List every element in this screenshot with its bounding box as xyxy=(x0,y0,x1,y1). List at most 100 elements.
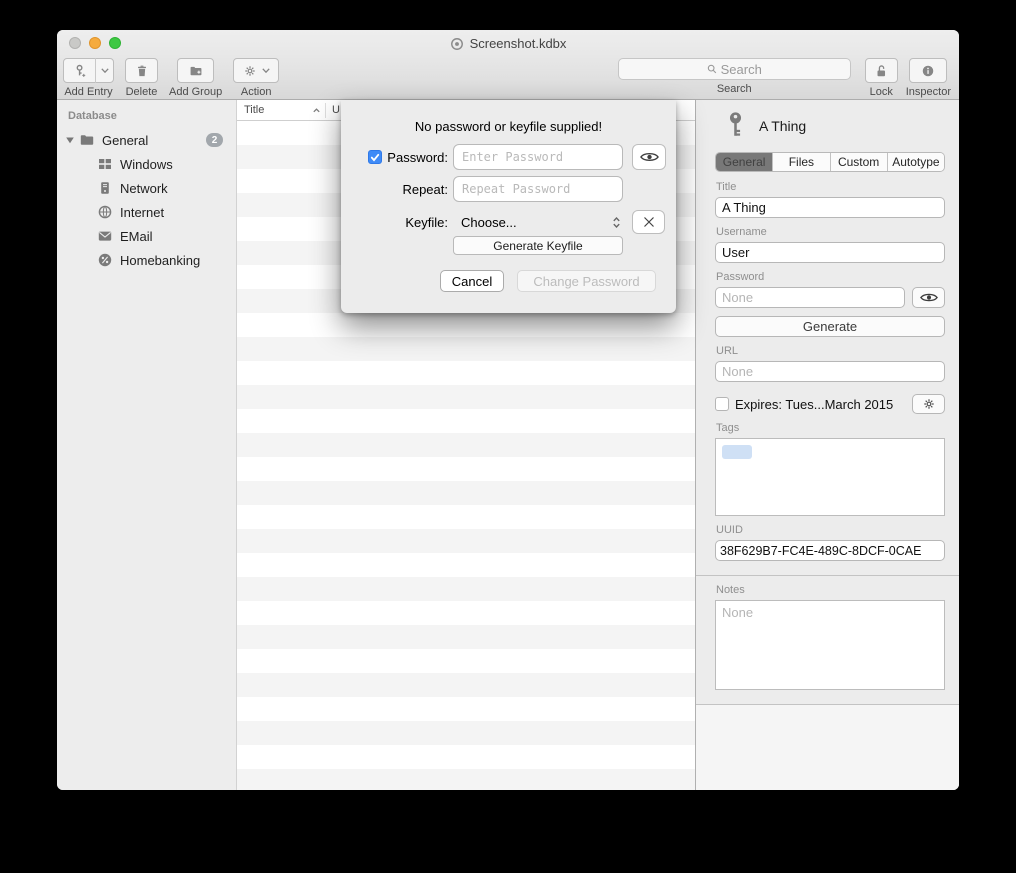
tab-custom[interactable]: Custom xyxy=(831,153,888,171)
add-group-group: Add Group xyxy=(169,58,222,98)
tab-general[interactable]: General xyxy=(716,153,773,171)
expires-settings-button[interactable] xyxy=(912,394,945,414)
add-entry-dropdown[interactable] xyxy=(96,58,113,83)
chevron-down-icon xyxy=(101,68,109,73)
password-checkbox[interactable] xyxy=(368,150,382,164)
key-plus-icon xyxy=(73,64,87,78)
notes-field-label: Notes xyxy=(716,584,945,596)
notes-field[interactable] xyxy=(715,600,945,690)
inspector-footer xyxy=(696,704,959,790)
globe-icon xyxy=(97,204,113,220)
sidebar-item-network[interactable]: Network xyxy=(57,176,236,200)
key-icon xyxy=(727,111,744,141)
chevron-down-icon xyxy=(262,68,270,73)
expires-checkbox[interactable] xyxy=(715,397,729,411)
reveal-password-button[interactable] xyxy=(632,144,666,170)
cancel-button[interactable]: Cancel xyxy=(440,270,504,292)
lock-group: Lock xyxy=(865,58,898,98)
sidebar-item-label: General xyxy=(102,133,148,148)
keyfile-value: Choose... xyxy=(461,215,517,230)
password-row: Password: xyxy=(341,144,676,170)
change-password-sheet: No password or keyfile supplied! Passwor… xyxy=(341,100,676,313)
sheet-message: No password or keyfile supplied! xyxy=(341,119,676,134)
window-title-row: Screenshot.kdbx xyxy=(57,34,959,53)
sidebar-item-label: Network xyxy=(120,181,168,196)
eye-icon xyxy=(920,292,938,303)
add-group-label: Add Group xyxy=(169,86,222,98)
entry-header: A Thing xyxy=(715,100,945,152)
percent-icon xyxy=(97,252,113,268)
sidebar-item-homebanking[interactable]: Homebanking xyxy=(57,248,236,272)
lock-open-icon xyxy=(874,64,888,78)
search-input[interactable]: Search xyxy=(618,58,851,80)
sidebar-item-label: Windows xyxy=(120,157,173,172)
action-button[interactable] xyxy=(233,58,279,83)
delete-button[interactable] xyxy=(125,58,158,83)
sidebar-item-general[interactable]: General 2 xyxy=(57,128,236,152)
sidebar-section-header: Database xyxy=(57,106,236,128)
document-icon xyxy=(450,37,464,51)
lock-button[interactable] xyxy=(865,58,898,83)
sidebar-item-windows[interactable]: Windows xyxy=(57,152,236,176)
tab-files[interactable]: Files xyxy=(773,153,830,171)
sidebar-item-label: EMail xyxy=(120,229,153,244)
title-field-label: Title xyxy=(716,181,945,193)
keyfile-popup[interactable]: Choose... xyxy=(453,210,623,234)
title-toolbar: Screenshot.kdbx Add Entry Delete xyxy=(57,30,959,100)
keyfile-label: Keyfile: xyxy=(405,215,448,230)
inspector-button[interactable] xyxy=(909,58,947,83)
url-field[interactable] xyxy=(715,361,945,382)
change-password-button[interactable]: Change Password xyxy=(517,270,656,292)
password-field[interactable] xyxy=(715,287,905,308)
sidebar-item-label: Homebanking xyxy=(120,253,200,268)
envelope-icon xyxy=(97,228,113,244)
column-header-title[interactable]: Title xyxy=(237,104,325,116)
window-title: Screenshot.kdbx xyxy=(470,36,567,51)
sort-ascending-icon xyxy=(312,106,321,115)
expires-label: Expires: Tues...March 2015 xyxy=(735,397,906,412)
keyfile-row: Keyfile: Choose... xyxy=(341,210,676,234)
app-window: Screenshot.kdbx Add Entry Delete xyxy=(57,30,959,790)
search-group: Search Search xyxy=(618,58,851,95)
inspector-panel: A Thing General Files Custom Autotype Ti… xyxy=(695,100,959,790)
search-placeholder: Search xyxy=(721,62,762,77)
server-icon xyxy=(97,180,113,196)
tab-autotype[interactable]: Autotype xyxy=(888,153,944,171)
enter-password-field[interactable] xyxy=(453,144,623,170)
search-label: Search xyxy=(717,83,752,95)
info-icon xyxy=(921,64,935,78)
sidebar: Database General 2 Windows Network Inter… xyxy=(57,100,237,790)
search-icon xyxy=(707,64,717,74)
gear-icon xyxy=(922,397,936,411)
repeat-password-field[interactable] xyxy=(453,176,623,202)
uuid-field[interactable] xyxy=(715,540,945,561)
checkmark-icon xyxy=(370,153,380,162)
column-header-username[interactable]: U xyxy=(326,104,340,116)
repeat-row: Repeat: xyxy=(341,176,676,202)
uuid-field-label: UUID xyxy=(716,524,945,536)
generate-keyfile-button[interactable]: Generate Keyfile xyxy=(453,236,623,255)
folder-icon xyxy=(79,132,95,148)
delete-label: Delete xyxy=(126,86,158,98)
add-entry-button[interactable] xyxy=(64,58,96,83)
inspector-tabs: General Files Custom Autotype xyxy=(715,152,945,172)
tags-box[interactable] xyxy=(715,438,945,516)
generate-password-button[interactable]: Generate xyxy=(715,316,945,337)
username-field-label: Username xyxy=(716,226,945,238)
sidebar-item-email[interactable]: EMail xyxy=(57,224,236,248)
username-field[interactable] xyxy=(715,242,945,263)
trash-icon xyxy=(135,64,149,78)
repeat-label: Repeat: xyxy=(402,182,448,197)
clear-keyfile-button[interactable] xyxy=(632,210,665,234)
windows-icon xyxy=(97,156,113,172)
add-group-button[interactable] xyxy=(177,58,214,83)
reveal-password-button[interactable] xyxy=(912,287,945,308)
add-entry-label: Add Entry xyxy=(64,86,112,98)
close-x-icon xyxy=(643,216,655,228)
inspector-label: Inspector xyxy=(906,86,951,98)
tag-chip[interactable] xyxy=(722,445,752,459)
action-label: Action xyxy=(241,86,272,98)
sidebar-item-internet[interactable]: Internet xyxy=(57,200,236,224)
disclosure-triangle-icon[interactable] xyxy=(65,135,75,145)
title-field[interactable] xyxy=(715,197,945,218)
